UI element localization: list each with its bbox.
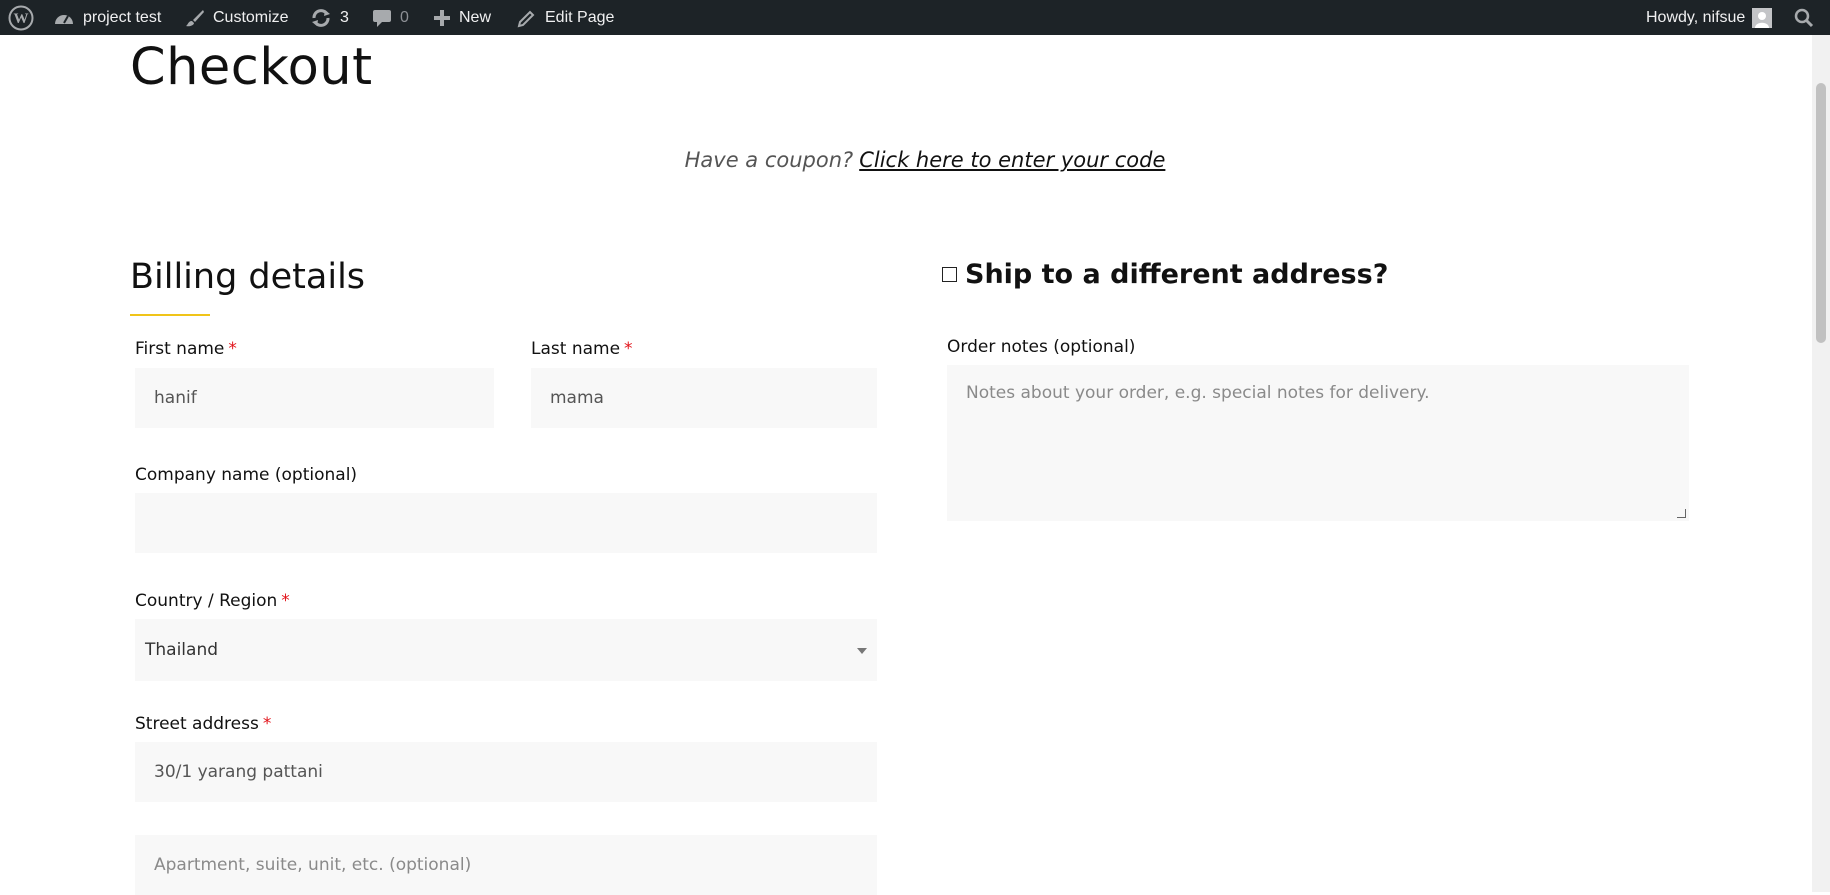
company-name-label: Company name (optional) (135, 465, 358, 485)
updates-icon (310, 8, 332, 28)
site-name-link[interactable]: project test (53, 0, 161, 35)
required-mark: * (281, 591, 290, 611)
order-notes-placeholder: Notes about your order, e.g. special not… (966, 383, 1430, 403)
last-name-value: mama (550, 388, 604, 408)
first-name-input[interactable]: hanif (135, 368, 494, 428)
coupon-link[interactable]: Click here to enter your code (859, 148, 1165, 172)
first-name-value: hanif (154, 388, 197, 408)
pencil-icon (517, 8, 537, 28)
required-mark: * (262, 714, 272, 734)
country-select[interactable]: Thailand (135, 619, 877, 681)
svg-text:W: W (14, 11, 29, 27)
company-name-input[interactable] (135, 493, 877, 553)
coupon-text: Have a coupon? (684, 148, 854, 172)
my-account-link[interactable]: Howdy, nifsue (1646, 0, 1773, 35)
edit-page-link[interactable]: Edit Page (517, 0, 614, 35)
order-notes-textarea[interactable]: Notes about your order, e.g. special not… (947, 365, 1689, 521)
required-mark: * (228, 339, 237, 359)
street-address-label: Street address * (135, 714, 272, 734)
order-notes-label: Order notes (optional) (947, 337, 1136, 357)
plus-icon (433, 9, 451, 27)
coupon-notice: Have a coupon? Click here to enter your c… (0, 148, 1830, 172)
avatar (1752, 7, 1773, 28)
chevron-down-icon (857, 648, 867, 654)
updates-link[interactable]: 3 (310, 0, 349, 35)
scrollbar-thumb[interactable] (1816, 83, 1826, 343)
apartment-input[interactable]: Apartment, suite, unit, etc. (optional) (135, 835, 877, 895)
page-title: Checkout (130, 38, 373, 97)
street-address-input[interactable]: 30/1 yarang pattani (135, 742, 877, 802)
last-name-input[interactable]: mama (531, 368, 877, 428)
wordpress-logo-icon[interactable]: W (8, 0, 34, 35)
street-address-value: 30/1 yarang pattani (154, 762, 323, 782)
ship-to-different-address[interactable]: Ship to a different address? (942, 259, 1388, 290)
paintbrush-icon (185, 8, 205, 28)
first-name-label: First name * (135, 339, 237, 359)
ship-heading-label: Ship to a different address? (965, 259, 1389, 290)
customize-link[interactable]: Customize (185, 0, 289, 35)
admin-bar: W project test Customize 3 0 New Edit Pa… (0, 0, 1830, 35)
last-name-label: Last name * (531, 339, 633, 359)
apartment-placeholder: Apartment, suite, unit, etc. (optional) (154, 855, 472, 875)
dashboard-icon (53, 8, 75, 28)
required-mark: * (624, 339, 633, 359)
new-content-link[interactable]: New (433, 0, 491, 35)
ship-different-checkbox[interactable] (942, 267, 957, 282)
search-icon[interactable] (1794, 0, 1814, 35)
country-label: Country / Region * (135, 591, 290, 611)
heading-underline (130, 314, 210, 316)
resize-handle-icon[interactable] (1677, 509, 1686, 518)
billing-heading: Billing details (130, 257, 366, 297)
comment-bubble-icon (372, 8, 392, 28)
comments-link[interactable]: 0 (372, 0, 409, 35)
country-value: Thailand (145, 640, 219, 660)
